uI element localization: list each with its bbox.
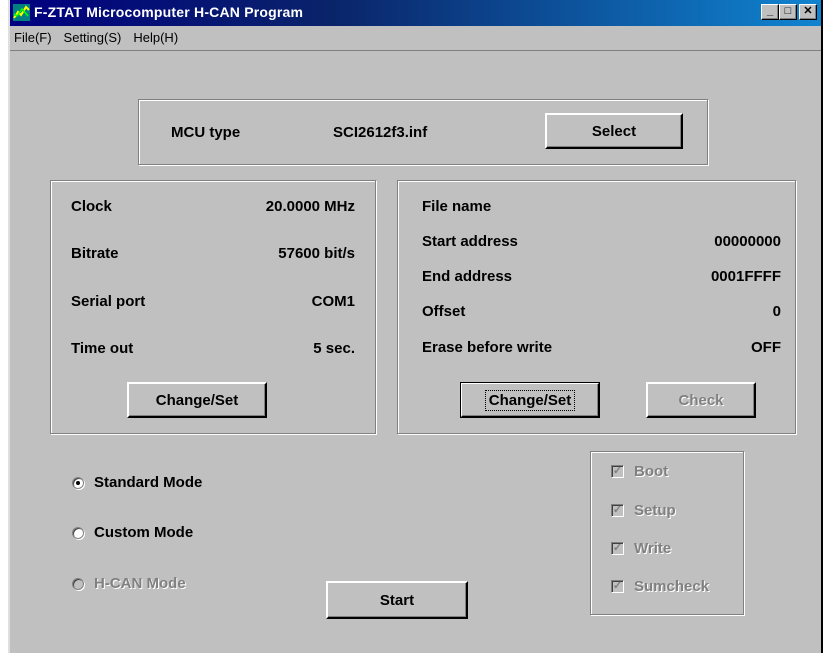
communication-group: Clock 20.0000 MHz Bitrate 57600 bit/s Se… — [50, 180, 376, 434]
end-address-value: 0001FFFF — [710, 268, 781, 285]
menu-bar: File(F) Setting(S) Help(H) — [10, 26, 821, 48]
sumcheck-check-icon: ✓ — [611, 580, 624, 593]
standard-mode-radio[interactable]: Standard Mode — [72, 474, 202, 491]
time-out-value: 5 sec. — [313, 340, 355, 357]
start-address-value: 00000000 — [714, 233, 781, 250]
mcu-type-value: SCI2612f3.inf — [333, 124, 428, 141]
boot-checkbox[interactable]: ✓ Boot — [611, 463, 668, 480]
comm-change-set-label: Change/Set — [155, 391, 239, 409]
window-title: F-ZTAT Microcomputer H-CAN Program — [34, 4, 304, 20]
close-icon: ✕ — [803, 5, 813, 17]
file-name-label: File name — [422, 198, 492, 215]
clock-label: Clock — [71, 198, 112, 215]
boot-check-icon: ✓ — [611, 465, 624, 478]
setup-label: Setup — [634, 502, 676, 519]
offset-label: Offset — [422, 303, 466, 320]
minimize-icon: _ — [766, 5, 774, 17]
bitrate-value: 57600 bit/s — [278, 245, 355, 262]
serial-port-label: Serial port — [71, 293, 146, 310]
maximize-icon: □ — [784, 5, 792, 17]
menu-help[interactable]: Help(H) — [133, 30, 178, 45]
file-group: File name Start address 00000000 End add… — [397, 180, 796, 434]
check-button-label: Check — [678, 391, 724, 409]
window-controls: _ □ ✕ — [761, 4, 817, 20]
mcu-type-group: MCU type SCI2612f3.inf Select — [138, 99, 708, 165]
write-label: Write — [634, 540, 672, 557]
sumcheck-checkbox[interactable]: ✓ Sumcheck — [611, 578, 709, 595]
client-area: MCU type SCI2612f3.inf Select Clock 20.0… — [10, 50, 821, 653]
desktop-edge — [0, 0, 8, 653]
erase-before-write-label: Erase before write — [422, 339, 553, 356]
clock-value: 20.0000 MHz — [265, 198, 355, 215]
write-checkbox[interactable]: ✓ Write — [611, 540, 671, 557]
standard-mode-radio-dot — [72, 476, 84, 489]
time-out-label: Time out — [71, 340, 134, 357]
hcan-mode-radio[interactable]: H-CAN Mode — [72, 575, 186, 592]
comm-change-set-button[interactable]: Change/Set — [127, 382, 267, 418]
serial-port-value: COM1 — [311, 293, 355, 310]
setup-checkbox[interactable]: ✓ Setup — [611, 502, 676, 519]
select-button[interactable]: Select — [545, 113, 683, 149]
file-change-set-button[interactable]: Change/Set — [460, 382, 600, 418]
start-address-label: Start address — [422, 233, 518, 250]
boot-label: Boot — [634, 463, 669, 480]
select-button-label: Select — [591, 122, 637, 140]
check-button[interactable]: Check — [646, 382, 756, 418]
hcan-mode-label: H-CAN Mode — [94, 575, 186, 592]
erase-before-write-value: OFF — [751, 339, 781, 356]
write-check-icon: ✓ — [611, 542, 624, 555]
start-button[interactable]: Start — [326, 581, 468, 619]
offset-value: 0 — [772, 303, 781, 320]
custom-mode-radio[interactable]: Custom Mode — [72, 524, 193, 541]
custom-mode-radio-dot — [72, 526, 84, 539]
maximize-button[interactable]: □ — [779, 4, 797, 20]
standard-mode-label: Standard Mode — [94, 474, 203, 491]
main-window: F-ZTAT Microcomputer H-CAN Program _ □ ✕… — [8, 0, 823, 653]
menu-file[interactable]: File(F) — [14, 30, 52, 45]
end-address-label: End address — [422, 268, 513, 285]
close-button[interactable]: ✕ — [799, 4, 817, 20]
minimize-button[interactable]: _ — [761, 4, 779, 20]
bitrate-label: Bitrate — [71, 245, 119, 262]
title-bar[interactable]: F-ZTAT Microcomputer H-CAN Program _ □ ✕ — [10, 0, 821, 26]
mcu-type-label: MCU type — [171, 124, 241, 141]
start-button-label: Start — [379, 591, 415, 609]
hcan-mode-radio-dot — [72, 577, 84, 590]
custom-mode-label: Custom Mode — [94, 524, 194, 541]
app-icon — [13, 4, 30, 21]
sumcheck-label: Sumcheck — [634, 578, 710, 595]
steps-group: ✓ Boot ✓ Setup ✓ Write ✓ Sumcheck — [590, 451, 744, 615]
menu-setting[interactable]: Setting(S) — [64, 30, 122, 45]
file-change-set-label: Change/Set — [484, 389, 576, 411]
setup-check-icon: ✓ — [611, 504, 624, 517]
